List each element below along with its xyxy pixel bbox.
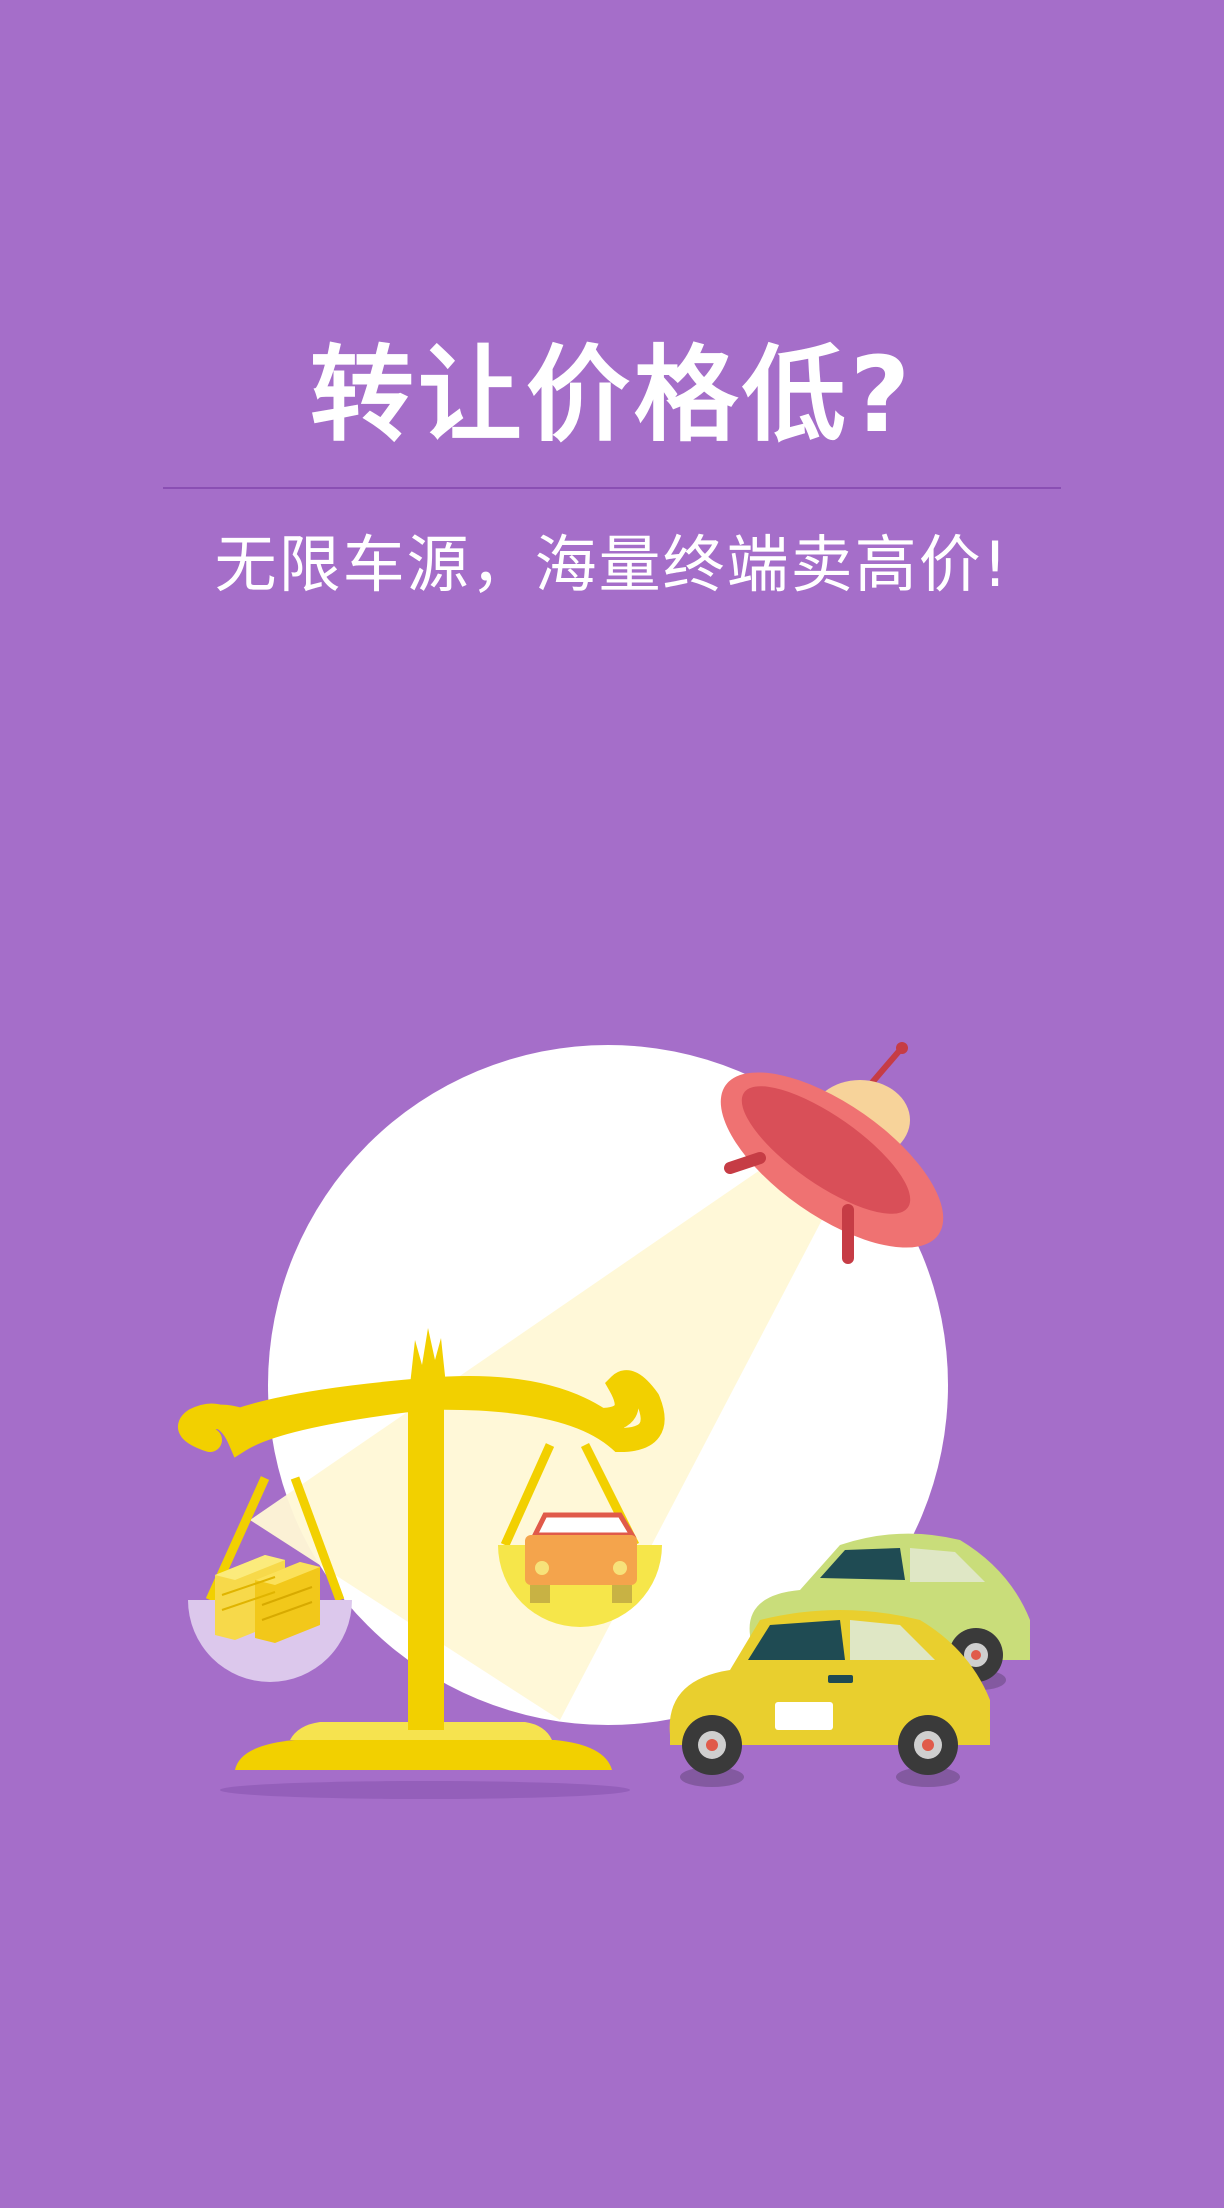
- money-stack-icon: [215, 1555, 320, 1643]
- subline: 无限车源，海量终端卖高价!: [214, 528, 1010, 601]
- divider: [163, 487, 1061, 489]
- splash-illustration: [178, 1042, 1030, 1799]
- splash-page: 转让价格低? 无限车源，海量终端卖高价!: [0, 0, 1224, 2208]
- headline: 转让价格低?: [309, 334, 915, 456]
